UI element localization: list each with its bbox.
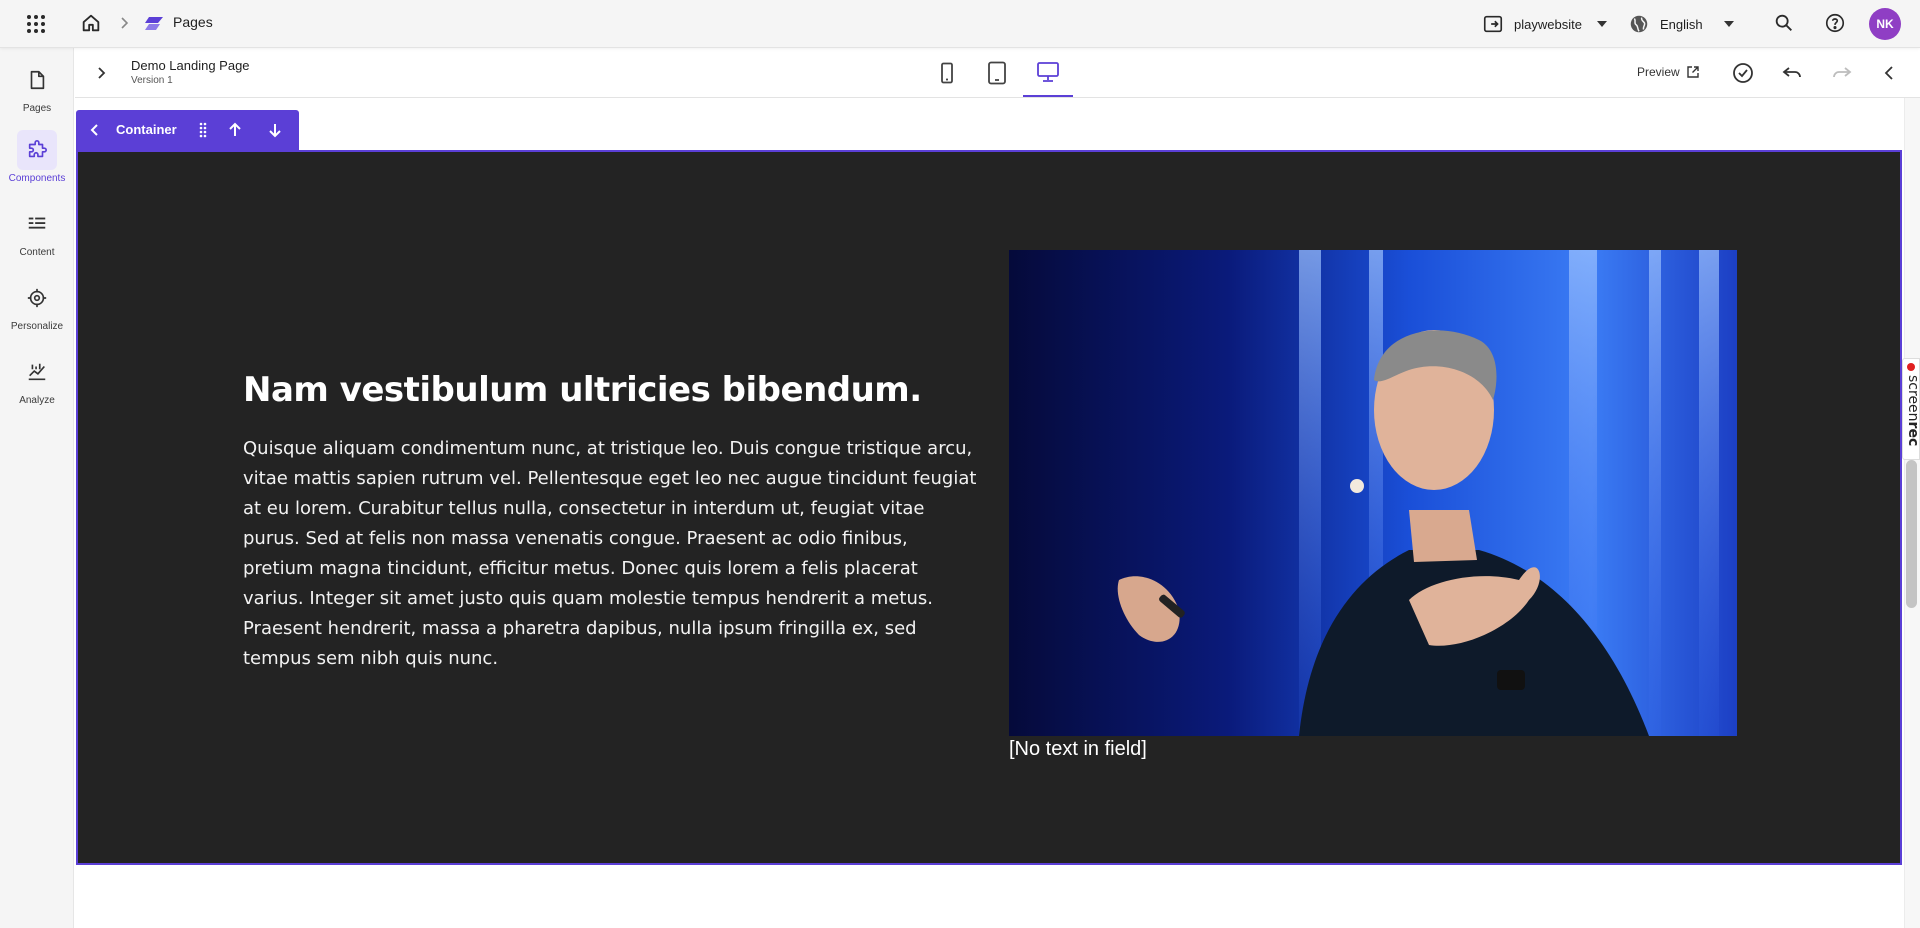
scrollbar-thumb[interactable] xyxy=(1906,460,1917,608)
site-selector[interactable]: playwebsite xyxy=(1482,11,1608,37)
user-avatar[interactable]: NK xyxy=(1869,8,1901,40)
arrow-down-icon[interactable] xyxy=(266,121,284,139)
chevron-left-icon[interactable] xyxy=(86,121,104,139)
home-icon[interactable] xyxy=(80,12,102,34)
chevron-down-icon xyxy=(1723,21,1734,27)
hero-container[interactable]: Nam vestibulum ultricies bibendum. Quisq… xyxy=(76,150,1902,865)
screenrec-label: screenrec xyxy=(1905,375,1920,447)
record-dot-icon xyxy=(1907,363,1915,371)
left-rail: Pages Components Content Personalize Ana… xyxy=(0,48,74,928)
hero-title[interactable]: Nam vestibulum ultricies bibendum. xyxy=(243,370,983,410)
check-circle-icon[interactable] xyxy=(1731,61,1755,85)
target-icon xyxy=(17,278,57,318)
pages-logo-icon xyxy=(143,13,165,35)
chevron-down-icon xyxy=(1596,21,1607,27)
chevron-right-icon[interactable] xyxy=(92,64,110,82)
page-version: Version 1 xyxy=(131,75,173,86)
rail-item-analyze[interactable]: Analyze xyxy=(0,352,74,418)
hero-image[interactable] xyxy=(1009,250,1737,736)
page-title: Demo Landing Page xyxy=(131,58,250,73)
tablet-icon xyxy=(988,61,1006,84)
help-icon[interactable] xyxy=(1824,12,1846,34)
search-icon[interactable] xyxy=(1773,12,1795,34)
rail-label: Components xyxy=(8,173,66,184)
page-icon xyxy=(17,60,57,100)
rail-label: Content xyxy=(19,247,55,258)
redo-icon[interactable] xyxy=(1830,61,1854,85)
rail-item-content[interactable]: Content xyxy=(0,204,74,270)
rail-label: Pages xyxy=(22,103,52,114)
drag-handle-icon[interactable] xyxy=(194,121,212,139)
rail-item-pages[interactable]: Pages xyxy=(0,60,74,126)
rail-label: Personalize xyxy=(10,321,64,332)
rail-item-personalize[interactable]: Personalize xyxy=(0,278,74,344)
language-selector[interactable]: English xyxy=(1628,11,1735,37)
collapse-panel-icon[interactable] xyxy=(1878,61,1902,85)
preview-label: Preview xyxy=(1637,65,1680,79)
image-caption[interactable]: [No text in field] xyxy=(1009,738,1147,761)
undo-icon[interactable] xyxy=(1780,61,1804,85)
component-name: Container xyxy=(116,122,177,137)
globe-icon xyxy=(1630,15,1648,33)
arrow-up-icon[interactable] xyxy=(226,121,244,139)
preview-button[interactable]: Preview xyxy=(1637,65,1700,79)
rail-item-components[interactable]: Components xyxy=(0,130,74,196)
analytics-icon xyxy=(17,352,57,392)
site-label: playwebsite xyxy=(1514,16,1582,32)
language-label: English xyxy=(1660,16,1703,32)
content-list-icon xyxy=(17,204,57,244)
component-toolbar: Container xyxy=(76,110,299,150)
mobile-view-button[interactable] xyxy=(922,48,972,97)
breadcrumb-chevron-icon xyxy=(116,15,132,31)
tablet-view-button[interactable] xyxy=(972,48,1022,97)
desktop-icon xyxy=(1037,61,1059,82)
editor-header: Demo Landing Page Version 1 Preview xyxy=(75,48,1920,98)
screenrec-badge[interactable]: screenrec xyxy=(1902,358,1920,460)
desktop-view-button[interactable] xyxy=(1023,48,1073,97)
mobile-icon xyxy=(941,62,953,83)
puzzle-icon xyxy=(17,130,57,170)
site-icon xyxy=(1483,15,1503,33)
rail-label: Analyze xyxy=(19,395,55,406)
top-bar: Pages playwebsite English NK xyxy=(0,0,1920,48)
open-external-icon xyxy=(1686,66,1699,78)
app-launcher-icon[interactable] xyxy=(25,13,47,35)
breadcrumb-pages[interactable]: Pages xyxy=(173,14,213,30)
hero-body[interactable]: Quisque aliquam condimentum nunc, at tri… xyxy=(243,434,983,674)
